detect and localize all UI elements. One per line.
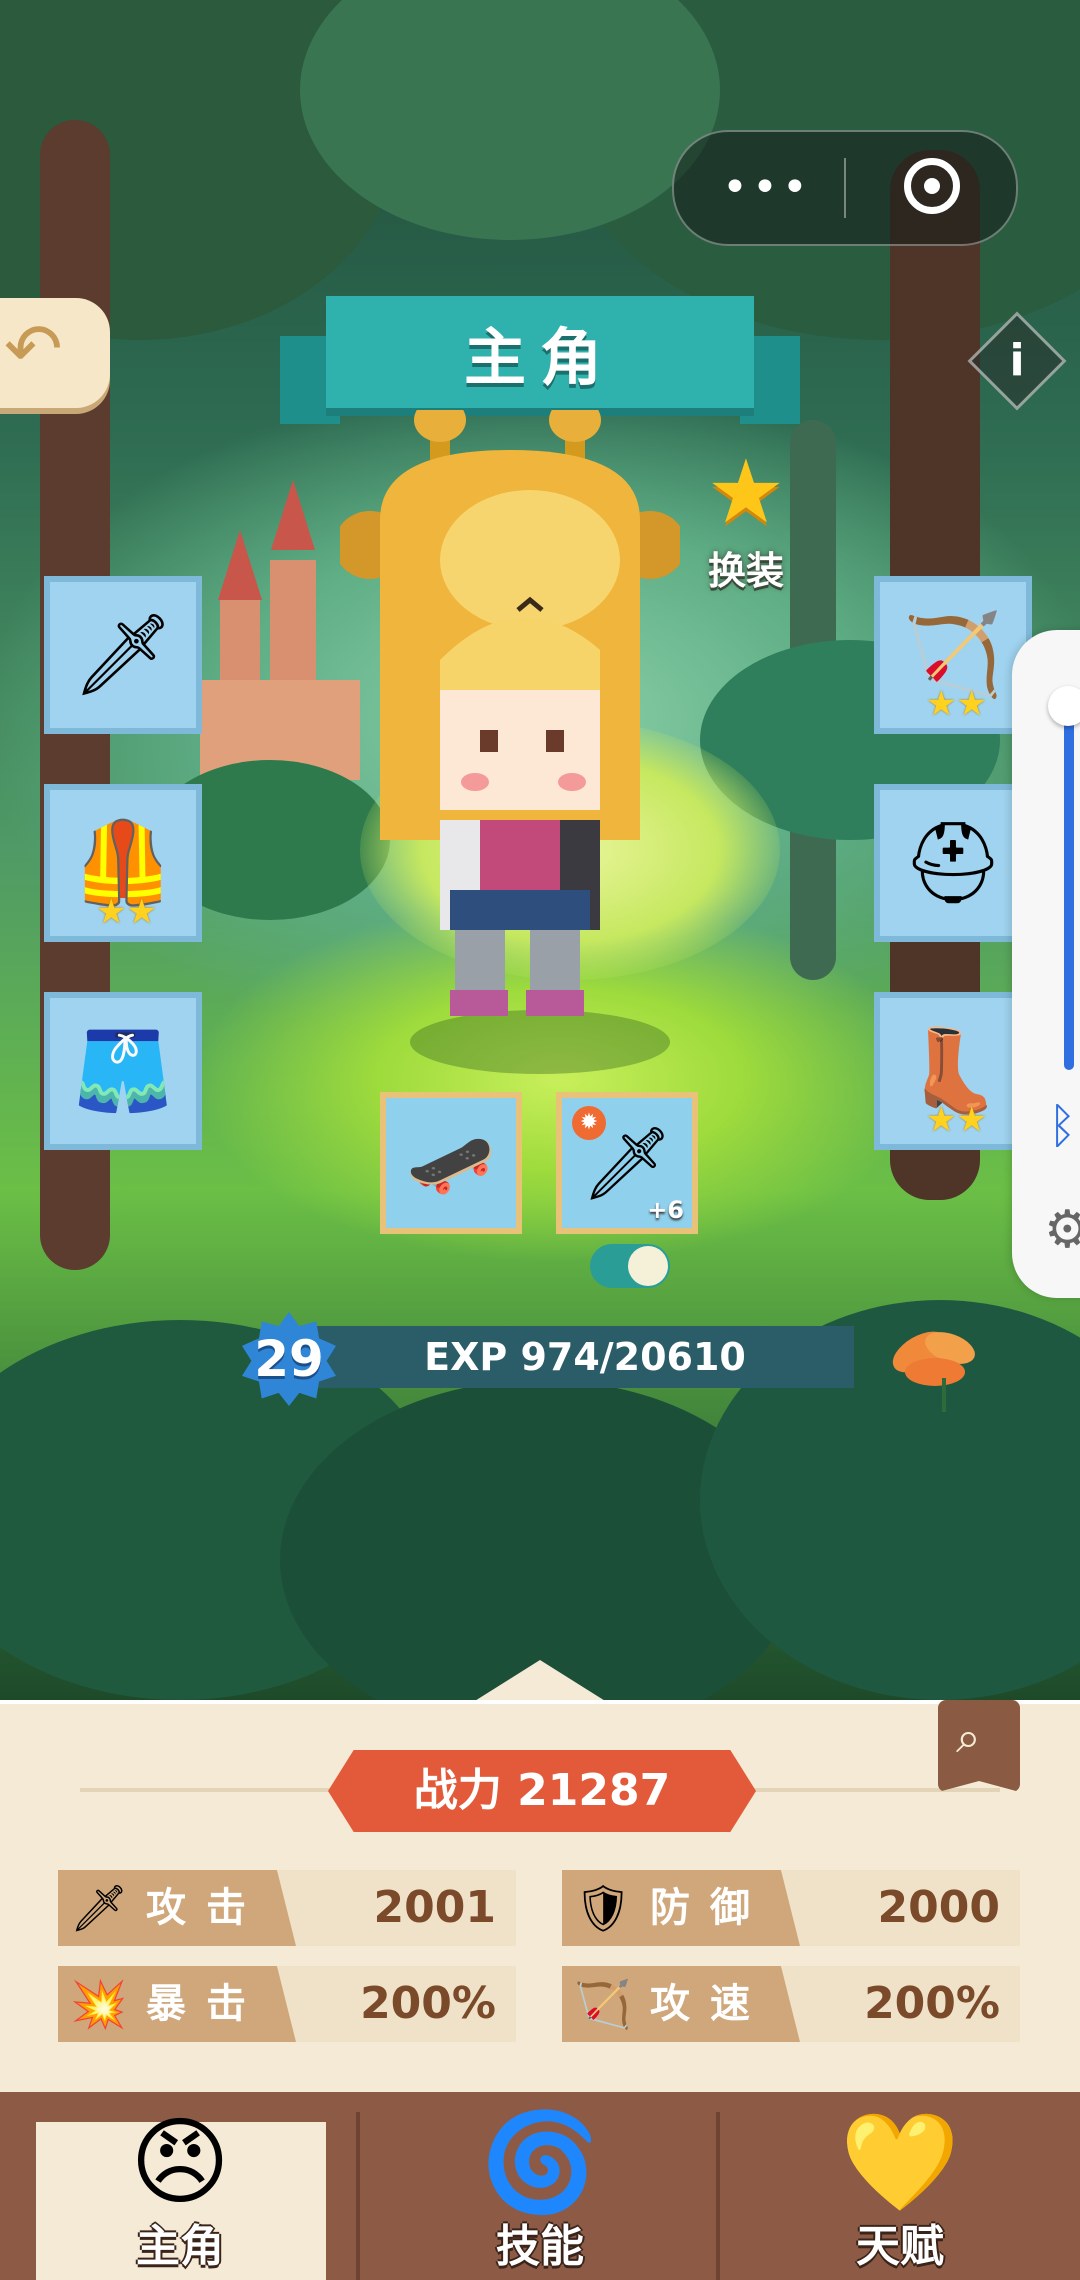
equip-slot-armor[interactable]: 🦺 ★★ xyxy=(44,784,202,942)
equip-slot-weapon[interactable]: 🗡 xyxy=(44,576,202,734)
heart-wings-icon: 💛 xyxy=(840,2106,960,2218)
stat-name: 防御 xyxy=(650,1885,770,1931)
equip-slot-helmet[interactable]: ⛑ xyxy=(874,784,1032,942)
equip-slot-boots[interactable]: 👢 ★★ xyxy=(874,992,1032,1150)
tab-label: 技能 xyxy=(496,2221,584,2272)
stat-value: 2000 xyxy=(877,1882,1000,1933)
skill-swirl-icon: 🌀 xyxy=(480,2106,600,2218)
banner-main: 主角 xyxy=(326,296,754,408)
back-button[interactable]: ↶ xyxy=(0,298,110,408)
gear-icon[interactable]: ⚙ xyxy=(1044,1200,1080,1260)
sword-icon: 🗡 xyxy=(72,608,174,701)
sword-icon: 🗡 xyxy=(70,1881,129,1935)
bow-icon: 🏹 xyxy=(574,1977,632,2031)
auto-toggle[interactable] xyxy=(590,1244,670,1288)
stat-attack-speed: 🏹 攻速 200% xyxy=(562,1966,1020,2042)
flame-icon: ✹ xyxy=(572,1106,606,1140)
stat-name: 攻击 xyxy=(146,1885,266,1931)
more-menu-button[interactable]: ••• xyxy=(722,166,812,210)
stat-value: 200% xyxy=(360,1978,496,2029)
level-value: 29 xyxy=(254,1330,324,1388)
tab-label: 天赋 xyxy=(856,2221,944,2272)
exp-text: EXP 974/20610 xyxy=(424,1335,746,1379)
title-banner: 主角 xyxy=(280,296,800,426)
stat-name: 暴击 xyxy=(146,1981,266,2027)
exp-bar: EXP 974/20610 xyxy=(316,1326,854,1388)
stat-defense: 🛡 防御 2000 xyxy=(562,1870,1020,1946)
panel-notch xyxy=(470,1660,610,1704)
stat-details-button[interactable]: ⌕ xyxy=(938,1700,1020,1792)
enhance-level: +6 xyxy=(647,1196,684,1224)
power-value: 战力 21287 xyxy=(413,1765,671,1816)
volume-slider-track[interactable] xyxy=(1064,690,1074,1070)
tab-label: 主角 xyxy=(136,2221,224,2272)
power-banner: 战力 21287 xyxy=(328,1750,756,1832)
close-target-button[interactable] xyxy=(904,158,960,214)
shield-icon: 🛡 xyxy=(574,1881,633,1935)
outfit-change-button[interactable]: ★ 换装 xyxy=(686,444,806,594)
rarity-stars: ★★ xyxy=(926,684,987,724)
capsule-divider xyxy=(844,158,846,218)
tab-hero[interactable]: 😠 主角 xyxy=(0,2092,360,2280)
volume-slider-knob[interactable] xyxy=(1048,686,1080,726)
character-avatar xyxy=(334,398,686,1050)
rarity-stars: ★★ xyxy=(926,1100,987,1140)
rarity-stars: ★★ xyxy=(96,892,157,932)
floating-side-panel: ᛒ ⚙ xyxy=(1012,630,1080,1298)
explosion-icon: 💥 xyxy=(70,1977,128,2031)
quick-slot-dagger[interactable]: 🗡 ✹ +6 xyxy=(556,1092,698,1234)
stat-value: 2001 xyxy=(373,1882,496,1933)
stat-crit: 💥 暴击 200% xyxy=(58,1966,516,2042)
back-arrow-icon: ↶ xyxy=(4,308,63,390)
tab-skills[interactable]: 🌀 技能 xyxy=(360,2092,720,2280)
tab-talent[interactable]: 💛 天赋 xyxy=(720,2092,1080,2280)
quick-slot-skateboard[interactable]: 🛹 xyxy=(380,1092,522,1234)
bottom-tab-bar: 😠 主角 🌀 技能 💛 天赋 xyxy=(0,2092,1080,2280)
skateboard-icon: 🛹 xyxy=(406,1120,496,1205)
stat-attack: 🗡 攻击 2001 xyxy=(58,1870,516,1946)
search-document-icon: ⌕ xyxy=(956,1712,981,1763)
miniprogram-capsule: ••• xyxy=(672,130,1018,246)
star-icon: ★ xyxy=(706,440,786,543)
page-title: 主角 xyxy=(463,321,616,394)
helmet-icon: ⛑ xyxy=(902,816,1004,909)
outfit-label: 换装 xyxy=(707,549,784,593)
stat-name: 攻速 xyxy=(650,1981,770,2027)
pants-icon: 🩳 xyxy=(73,1024,173,1117)
bluetooth-icon[interactable]: ᛒ xyxy=(1048,1098,1077,1154)
stat-value: 200% xyxy=(864,1978,1000,2029)
flower-decoration xyxy=(880,1322,990,1412)
castle xyxy=(200,480,360,780)
hero-face-icon: 😠 xyxy=(129,2106,231,2218)
info-icon: i xyxy=(1009,335,1025,386)
equip-slot-bow[interactable]: 🏹 ★★ xyxy=(874,576,1032,734)
equip-slot-pants[interactable]: 🩳 xyxy=(44,992,202,1150)
level-badge: 29 xyxy=(236,1306,342,1412)
